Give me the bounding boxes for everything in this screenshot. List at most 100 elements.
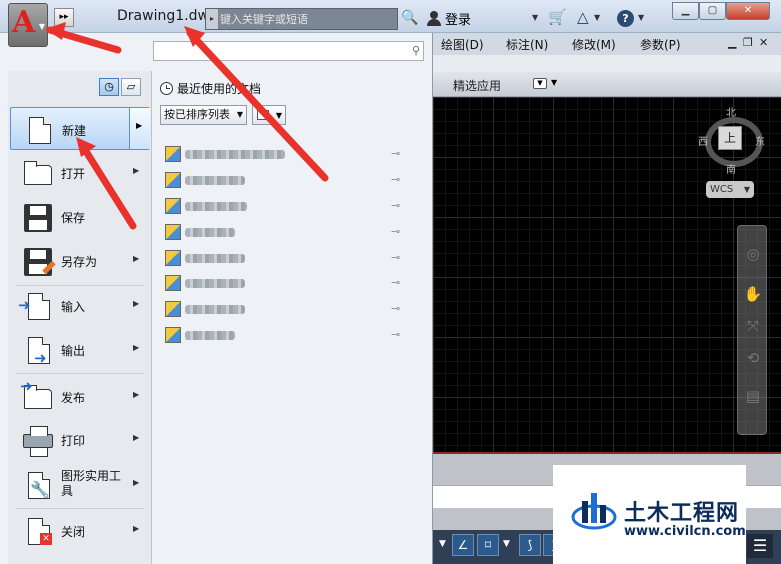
submenu-arrow-icon: ▶ bbox=[133, 299, 140, 308]
recent-document-item[interactable]: ⊸ bbox=[163, 143, 413, 165]
search-expand-icon[interactable]: ▸ bbox=[206, 9, 218, 29]
recent-documents-toggle-icon[interactable]: ◷ bbox=[99, 78, 119, 96]
dwg-file-icon bbox=[165, 301, 181, 317]
dwg-file-icon bbox=[165, 146, 181, 162]
quick-access-expand-button[interactable]: ▸▸ bbox=[54, 8, 74, 27]
showmotion-icon[interactable]: ▤ bbox=[743, 386, 763, 406]
compass-south[interactable]: 南 bbox=[726, 161, 736, 176]
recent-document-name-blurred bbox=[185, 254, 245, 263]
pan-icon[interactable]: ✋ bbox=[743, 284, 763, 304]
menu-item-export[interactable]: ➜ 输出 ▶ bbox=[10, 328, 150, 371]
menu-separator bbox=[16, 373, 144, 374]
save-as-icon bbox=[22, 245, 56, 277]
dwg-file-icon bbox=[165, 198, 181, 214]
import-icon: ➜ bbox=[18, 290, 54, 322]
title-bar: ▸▸ Drawing1.dwg ▸ 🔍 登录 ▼ 🛒 △ ▼ ? ▼ ▁ ▢ ✕ bbox=[0, 0, 781, 33]
help-search-box[interactable]: ▸ bbox=[205, 8, 398, 30]
pin-icon[interactable]: ⊸ bbox=[391, 147, 400, 160]
chevron-down-icon: ▼ bbox=[236, 110, 243, 119]
menu-item-close[interactable]: ✕ 关闭 ▶ bbox=[10, 509, 150, 552]
maximize-button[interactable]: ▢ bbox=[699, 2, 726, 20]
menu-dimension[interactable]: 标注(N) bbox=[506, 36, 548, 53]
submenu-arrow-icon: ▶ bbox=[133, 478, 140, 487]
pin-icon[interactable]: ⊸ bbox=[391, 199, 400, 212]
menu-item-open[interactable]: 打开 ▶ bbox=[10, 151, 150, 194]
snap-caret-icon[interactable]: ▼ bbox=[503, 539, 510, 549]
recent-document-item[interactable]: ⊸ bbox=[163, 169, 413, 191]
login-dropdown-icon[interactable]: ▼ bbox=[532, 13, 538, 22]
pin-icon[interactable]: ⊸ bbox=[391, 328, 400, 341]
wcs-label: WCS bbox=[710, 184, 734, 195]
pin-icon[interactable]: ⊸ bbox=[391, 276, 400, 289]
menu-item-save-as[interactable]: 另存为 ▶ bbox=[10, 239, 150, 282]
viewcube[interactable]: 上 北 南 东 西 bbox=[698, 104, 770, 176]
minimize-button[interactable]: ▁ bbox=[672, 2, 699, 20]
compass-west[interactable]: 西 bbox=[698, 133, 708, 148]
menu-parametric[interactable]: 参数(P) bbox=[640, 36, 681, 53]
login-label: 登录 bbox=[445, 13, 472, 28]
mdi-close-icon[interactable]: ✕ bbox=[759, 36, 768, 49]
compass-east[interactable]: 东 bbox=[755, 133, 765, 148]
close-file-icon: ✕ bbox=[22, 515, 54, 547]
login-button[interactable]: 登录 bbox=[427, 9, 471, 28]
zoom-icon[interactable]: ⤧ bbox=[743, 316, 763, 336]
tab-featured-apps[interactable]: 精选应用 bbox=[453, 77, 501, 94]
pin-icon[interactable]: ⊸ bbox=[391, 251, 400, 264]
compass-north[interactable]: 北 bbox=[726, 104, 736, 119]
open-documents-toggle-icon[interactable]: ▱ bbox=[121, 78, 141, 96]
exchange-apps-icon[interactable]: △ bbox=[577, 8, 589, 26]
binoculars-icon[interactable]: 🔍 bbox=[401, 10, 418, 26]
new-submenu-button[interactable]: ▶ bbox=[129, 108, 150, 149]
customization-menu-icon[interactable]: ☰ bbox=[747, 534, 773, 558]
display-mode-dropdown[interactable]: ▼ bbox=[252, 105, 286, 125]
recent-document-item[interactable]: ⊸ bbox=[163, 324, 413, 346]
menu-item-label: 保存 bbox=[61, 211, 86, 225]
mdi-restore-icon[interactable]: ❐ bbox=[743, 36, 753, 49]
annotation-scale-button[interactable]: ⟆ bbox=[519, 534, 541, 556]
close-window-button[interactable]: ✕ bbox=[726, 2, 770, 20]
menu-search-input[interactable] bbox=[158, 43, 403, 59]
wcs-menu[interactable]: WCS ▼ bbox=[706, 181, 754, 198]
menu-modify[interactable]: 修改(M) bbox=[572, 36, 616, 53]
viewcube-top-face[interactable]: 上 bbox=[718, 126, 742, 150]
recent-document-item[interactable]: ⊸ bbox=[163, 272, 413, 294]
menu-search-box[interactable]: ⚲ bbox=[153, 41, 424, 61]
menu-item-save[interactable]: 保存 bbox=[10, 195, 150, 238]
app-menu-caret-icon: ▼ bbox=[38, 22, 45, 31]
tab-options-caret-icon[interactable]: ▼ bbox=[551, 78, 557, 87]
recent-document-item[interactable]: ⊸ bbox=[163, 247, 413, 269]
menu-draw[interactable]: 绘图(D) bbox=[441, 36, 484, 53]
menu-item-publish[interactable]: ➜ 发布 ▶ bbox=[10, 375, 150, 418]
menu-item-label: 图形实用工具 bbox=[61, 469, 122, 498]
shopping-cart-icon[interactable]: 🛒 bbox=[548, 8, 567, 26]
status-caret-icon[interactable]: ▼ bbox=[439, 539, 446, 549]
search-icon[interactable]: ⚲ bbox=[412, 44, 420, 57]
recent-document-item[interactable]: ⊸ bbox=[163, 221, 413, 243]
menu-item-print[interactable]: 打印 ▶ bbox=[10, 418, 150, 461]
application-button[interactable]: A ▼ bbox=[8, 3, 48, 47]
orbit-icon[interactable]: ⟲ bbox=[743, 348, 763, 368]
steering-wheel-icon[interactable]: ◎ bbox=[743, 244, 763, 264]
exchange-dropdown-icon[interactable]: ▼ bbox=[594, 13, 600, 22]
pin-icon[interactable]: ⊸ bbox=[391, 173, 400, 186]
tab-options-icon[interactable]: ▼ bbox=[533, 78, 547, 89]
help-icon[interactable]: ? bbox=[617, 10, 634, 27]
pin-icon[interactable]: ⊸ bbox=[391, 225, 400, 238]
object-snap-button[interactable]: ⌑ bbox=[477, 534, 499, 556]
menu-item-import[interactable]: ➜ 输入 ▶ bbox=[10, 284, 150, 327]
menu-item-drawing-utilities[interactable]: 🔧 图形实用工具 ▶ bbox=[10, 463, 150, 506]
mdi-minimize-icon[interactable]: ▁ bbox=[728, 36, 736, 49]
help-search-input[interactable] bbox=[220, 10, 395, 28]
watermark: 土木工程网 www.civilcn.com bbox=[553, 465, 746, 564]
recent-document-item[interactable]: ⊸ bbox=[163, 298, 413, 320]
isodraft-button[interactable]: ∠ bbox=[452, 534, 474, 556]
pin-icon[interactable]: ⊸ bbox=[391, 302, 400, 315]
menu-item-label: 另存为 bbox=[61, 255, 98, 269]
sort-order-dropdown[interactable]: 按已排序列表 ▼ bbox=[160, 105, 247, 125]
menu-item-new[interactable]: 新建 ▶ bbox=[10, 107, 150, 150]
help-dropdown-icon[interactable]: ▼ bbox=[638, 13, 644, 22]
recent-document-name-blurred bbox=[185, 176, 245, 185]
recent-document-name-blurred bbox=[185, 202, 247, 211]
recent-document-item[interactable]: ⊸ bbox=[163, 195, 413, 217]
submenu-arrow-icon: ▶ bbox=[133, 254, 140, 263]
